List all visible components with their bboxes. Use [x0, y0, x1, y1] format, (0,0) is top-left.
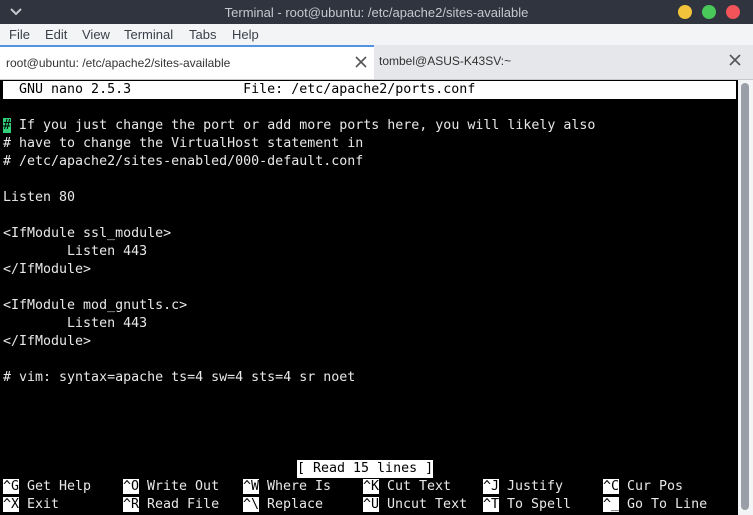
shortcut-cut-text[interactable]: ^K Cut Text: [363, 478, 451, 496]
window-title: Terminal - root@ubuntu: /etc/apache2/sit…: [224, 5, 529, 20]
editor-line: # vim: syntax=apache ts=4 sw=4 sts=4 sr …: [3, 370, 356, 385]
tab-tombel-asus[interactable]: tombel@ASUS-K43SV:~: [375, 45, 752, 79]
tab-bar: root@ubuntu: /etc/apache2/sites-availabl…: [0, 45, 753, 80]
terminal-area[interactable]: GNU nano 2.5.3 File: /etc/apache2/ports.…: [0, 80, 738, 515]
maximize-button[interactable]: [702, 5, 716, 19]
editor-line: <IfModule mod_gnutls.c>: [3, 298, 188, 313]
editor-line: </IfModule>: [3, 262, 92, 277]
editor-line: # If you just change the port or add mor…: [3, 118, 596, 133]
menu-view[interactable]: View: [82, 27, 110, 42]
menu-tabs[interactable]: Tabs: [189, 27, 216, 42]
scrollbar-thumb[interactable]: [741, 83, 749, 510]
editor-line: </IfModule>: [3, 334, 92, 349]
editor-line: Listen 80: [3, 190, 76, 205]
menu-edit[interactable]: Edit: [45, 27, 67, 42]
shortcut-replace[interactable]: ^\ Replace: [243, 496, 323, 514]
shortcut-cur-pos[interactable]: ^C Cur Pos: [603, 478, 683, 496]
status-message: [ Read 15 lines ]: [297, 460, 434, 478]
close-window-button[interactable]: [726, 5, 740, 19]
editor-line: # /etc/apache2/sites-enabled/000-default…: [3, 154, 364, 169]
editor-line: Listen 443: [3, 244, 148, 259]
shortcut-write-out[interactable]: ^O Write Out: [123, 478, 219, 496]
shortcut-go-to-line[interactable]: ^_ Go To Line: [603, 496, 707, 514]
tab-root-ubuntu[interactable]: root@ubuntu: /etc/apache2/sites-availabl…: [0, 45, 374, 79]
shortcut-to-spell[interactable]: ^T To Spell: [483, 496, 571, 514]
editor-line: Listen 443: [3, 316, 148, 331]
menu-terminal[interactable]: Terminal: [124, 27, 173, 42]
terminal-scrollbar[interactable]: [738, 80, 753, 515]
text-cursor: #: [3, 118, 12, 133]
editor-line: # have to change the VirtualHost stateme…: [3, 136, 364, 151]
shortcut-get-help[interactable]: ^G Get Help: [3, 478, 91, 496]
menu-bar: File Edit View Terminal Tabs Help: [0, 24, 753, 46]
shortcut-where-is[interactable]: ^W Where Is: [243, 478, 331, 496]
nano-header: GNU nano 2.5.3 File: /etc/apache2/ports.…: [3, 81, 736, 99]
close-tab-icon[interactable]: [729, 54, 741, 66]
tab-label: root@ubuntu: /etc/apache2/sites-availabl…: [6, 56, 231, 70]
shortcut-exit[interactable]: ^X Exit: [3, 496, 59, 514]
minimize-button[interactable]: [678, 5, 692, 19]
menu-help[interactable]: Help: [232, 27, 259, 42]
close-tab-icon[interactable]: [355, 56, 367, 68]
shortcut-justify[interactable]: ^J Justify: [483, 478, 563, 496]
title-bar: Terminal - root@ubuntu: /etc/apache2/sit…: [0, 0, 753, 24]
shortcut-read-file[interactable]: ^R Read File: [123, 496, 219, 514]
editor-line: <IfModule ssl_module>: [3, 226, 172, 241]
menu-file[interactable]: File: [9, 27, 30, 42]
tab-label: tombel@ASUS-K43SV:~: [379, 54, 512, 68]
shortcut-uncut-text[interactable]: ^U Uncut Text: [363, 496, 467, 514]
